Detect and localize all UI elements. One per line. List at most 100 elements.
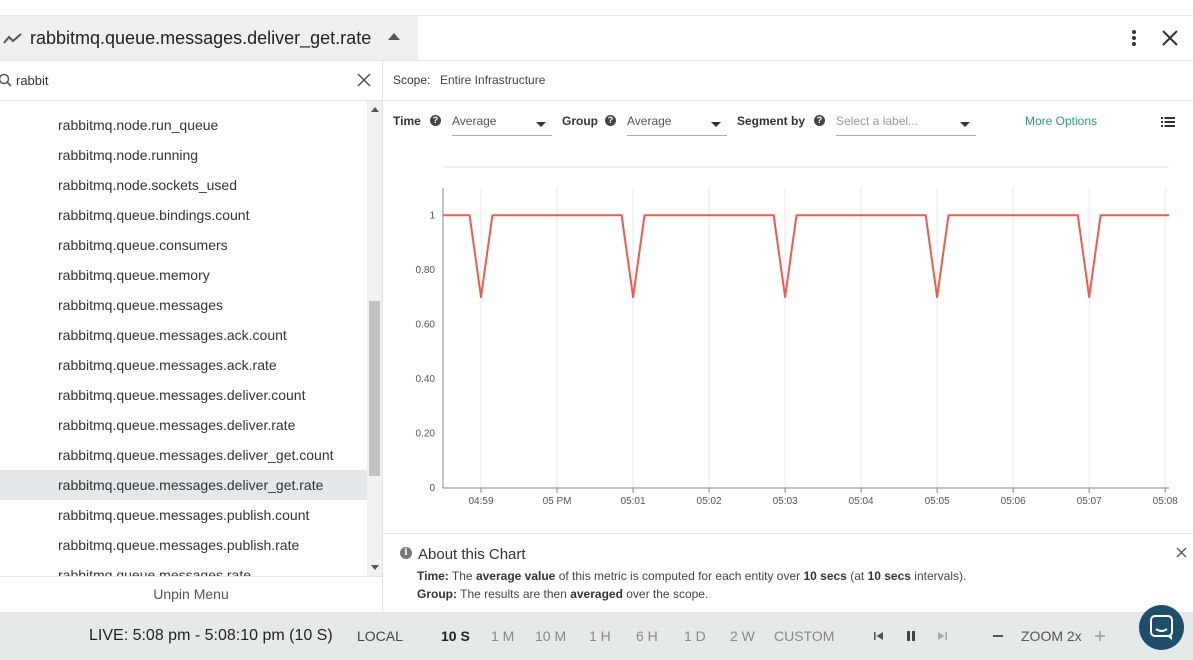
list-item[interactable]: rabbitmq.queue.messages.deliver.rate — [0, 410, 367, 440]
trend-line-icon — [3, 33, 22, 44]
list-item[interactable]: rabbitmq.node.run_queue — [0, 110, 367, 140]
about-time-mid2: (at — [850, 569, 865, 583]
chart-controls: Time ? Average Group ? Average Segment b… — [383, 101, 1193, 141]
chevron-down-icon — [960, 122, 970, 127]
about-time-pre: The — [451, 569, 473, 583]
skip-forward-icon[interactable] — [936, 630, 948, 642]
x-tick-label: 05:04 — [849, 496, 874, 507]
about-time-bold1: average value — [475, 569, 556, 583]
list-item[interactable]: rabbitmq.node.running — [0, 140, 367, 170]
metric-search: rabbit — [0, 61, 382, 101]
time-aggregation-value: Average — [452, 114, 497, 128]
list-item[interactable]: rabbitmq.node.sockets_used — [0, 170, 367, 200]
list-item[interactable]: rabbitmq.queue.messages.rate — [0, 560, 367, 576]
time-controls-footer: LIVE: 5:08 pm - 5:08:10 pm (10 S) LOCAL … — [0, 612, 1193, 660]
chat-bubble-icon — [1150, 615, 1173, 640]
y-tick-label: 0 — [429, 483, 435, 494]
x-tick-label: 05:02 — [697, 496, 722, 507]
x-tick-label: 05:03 — [773, 496, 798, 507]
scroll-down-icon[interactable] — [371, 565, 379, 570]
more-options-link[interactable]: More Options — [1025, 114, 1097, 128]
info-icon: i — [400, 547, 412, 559]
zoom-out-icon[interactable] — [992, 630, 1004, 642]
scope-label: Scope: — [393, 73, 431, 87]
time-range-option[interactable]: CUSTOM — [774, 628, 834, 644]
top-strip — [0, 0, 1193, 16]
metric-title-tab[interactable]: rabbitmq.queue.messages.deliver_get.rate — [0, 16, 418, 60]
segment-help-icon[interactable]: ? — [814, 115, 825, 126]
list-item[interactable]: rabbitmq.queue.consumers — [0, 230, 367, 260]
about-group-end: over the scope. — [626, 587, 709, 601]
about-time-end: intervals). — [914, 569, 967, 583]
about-time-line: Time: The average value of this metric i… — [417, 569, 966, 583]
time-aggregation-dropdown[interactable]: Average — [452, 111, 552, 136]
metric-title: rabbitmq.queue.messages.deliver_get.rate — [30, 27, 372, 48]
about-group-key: Group: — [417, 587, 457, 601]
x-tick-label: 05:01 — [621, 496, 646, 507]
scroll-thumb[interactable] — [369, 301, 380, 476]
list-item[interactable]: rabbitmq.queue.messages.deliver_get.coun… — [0, 440, 367, 470]
group-aggregation-dropdown[interactable]: Average — [627, 111, 727, 136]
list-item[interactable]: rabbitmq.queue.messages.deliver.count — [0, 380, 367, 410]
caret-up-icon[interactable] — [388, 33, 400, 40]
about-group-line: Group: The results are then averaged ove… — [417, 587, 708, 601]
time-label: Time — [393, 114, 421, 128]
x-tick-label: 05:06 — [1001, 496, 1026, 507]
about-time-bold2: 10 secs — [803, 569, 847, 583]
pause-icon[interactable] — [905, 630, 917, 642]
group-label: Group — [562, 114, 598, 128]
metric-list: rabbitmq.node.run_queue rabbitmq.node.run… — [0, 101, 367, 576]
group-help-icon[interactable]: ? — [605, 115, 616, 126]
x-tick-label: 05:08 — [1153, 496, 1178, 507]
search-icon — [0, 73, 12, 87]
time-range-option[interactable]: 6 H — [636, 628, 658, 644]
time-range-option[interactable]: 1 D — [684, 628, 706, 644]
time-range-option[interactable]: 1 M — [491, 628, 514, 644]
about-group-pre: The results are then — [460, 587, 567, 601]
zoom-in-icon[interactable] — [1094, 630, 1106, 642]
list-item[interactable]: rabbitmq.queue.bindings.count — [0, 200, 367, 230]
y-tick-label: 1 — [429, 210, 435, 221]
time-range-option[interactable]: 10 M — [535, 628, 566, 644]
list-item[interactable]: rabbitmq.queue.messages — [0, 290, 367, 320]
about-time-bold3: 10 secs — [867, 569, 911, 583]
y-tick-label: 0.40 — [416, 374, 436, 385]
y-tick-label: 0.60 — [416, 319, 436, 330]
timezone-local-toggle[interactable]: LOCAL — [357, 628, 403, 644]
time-range-option[interactable]: 2 W — [730, 628, 755, 644]
list-item-selected[interactable]: rabbitmq.queue.messages.deliver_get.rate — [0, 470, 367, 500]
line-chart[interactable]: 04:59 05 PM 05:01 05:02 05:03 05:04 05:05 05:06… — [383, 141, 1193, 533]
time-range-option[interactable]: 10 S — [441, 628, 470, 644]
segment-by-dropdown[interactable]: Select a label... — [836, 111, 976, 136]
time-range-option[interactable]: 1 H — [589, 628, 611, 644]
chat-support-button[interactable] — [1139, 605, 1184, 650]
close-icon[interactable] — [1176, 547, 1187, 558]
unpin-menu-button[interactable]: Unpin Menu — [0, 576, 382, 612]
list-item[interactable]: rabbitmq.queue.messages.publish.rate — [0, 530, 367, 560]
scope-bar: Scope: Entire Infrastructure — [383, 61, 1193, 101]
list-item[interactable]: rabbitmq.queue.messages.ack.count — [0, 320, 367, 350]
skip-back-icon[interactable] — [873, 630, 885, 642]
segment-label: Segment by — [737, 114, 806, 128]
x-tick-label: 05 PM — [543, 496, 572, 507]
y-tick-label: 0.20 — [416, 428, 436, 439]
metric-list-scrollbar[interactable] — [367, 101, 382, 576]
clear-search-icon[interactable] — [357, 73, 371, 87]
close-icon[interactable] — [1159, 27, 1181, 49]
scope-value[interactable]: Entire Infrastructure — [440, 73, 545, 87]
about-heading: About this Chart — [418, 546, 526, 563]
list-item[interactable]: rabbitmq.queue.messages.publish.count — [0, 500, 367, 530]
list-item-partial — [0, 101, 367, 110]
search-input[interactable]: rabbit — [16, 73, 49, 88]
about-time-mid: of this metric is computed for each enti… — [558, 569, 801, 583]
metric-chart: 04:59 05 PM 05:01 05:02 05:03 05:04 05:05 05:06… — [383, 141, 1193, 533]
list-item[interactable]: rabbitmq.queue.memory — [0, 260, 367, 290]
chevron-down-icon — [536, 122, 546, 127]
list-item[interactable]: rabbitmq.queue.messages.ack.rate — [0, 350, 367, 380]
live-time-range: LIVE: 5:08 pm - 5:08:10 pm (10 S) — [89, 627, 333, 644]
metric-sidebar: rabbit rabbitmq.node.run_queue rabbitmq.n… — [0, 61, 383, 612]
kebab-menu-icon[interactable] — [1126, 28, 1142, 48]
list-view-icon[interactable] — [1161, 116, 1175, 128]
time-help-icon[interactable]: ? — [430, 115, 441, 126]
scroll-up-icon[interactable] — [371, 107, 379, 112]
